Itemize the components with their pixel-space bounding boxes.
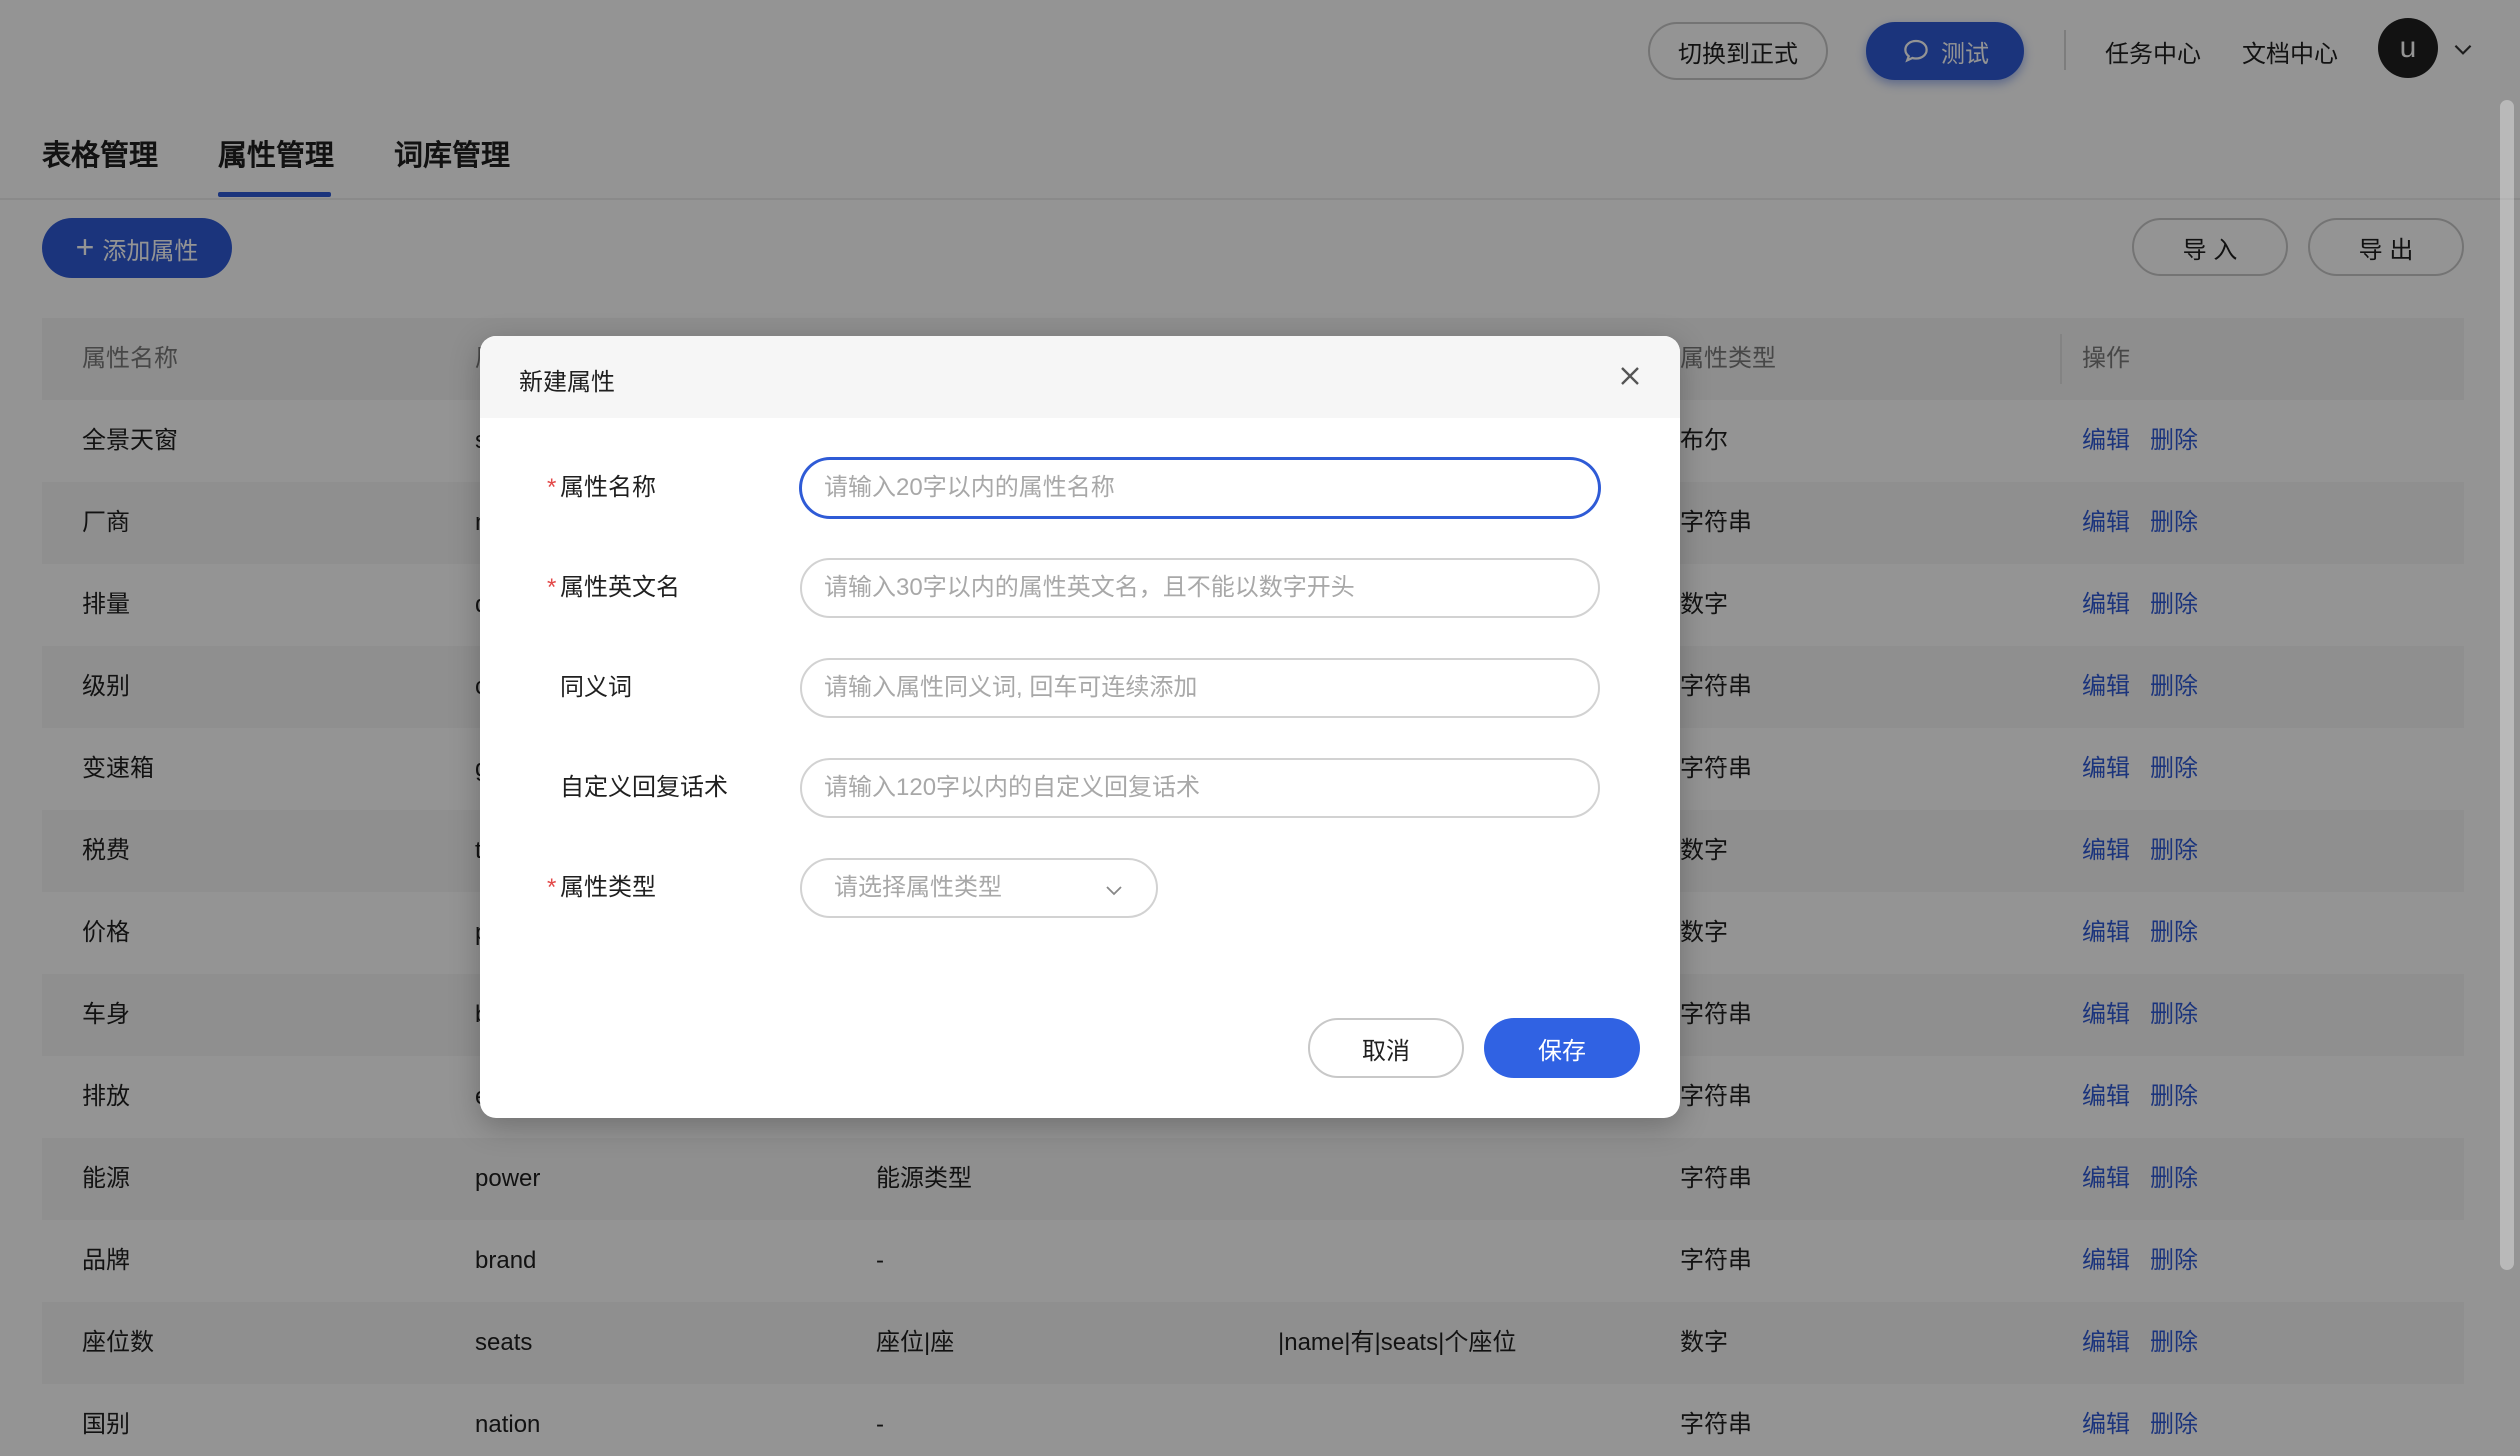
save-button[interactable]: 保存	[1484, 1018, 1640, 1078]
attribute-en-name-input[interactable]	[800, 558, 1600, 618]
save-label: 保存	[1538, 1037, 1586, 1065]
required-mark: *	[547, 874, 557, 901]
cancel-label: 取消	[1362, 1037, 1410, 1065]
chevron-down-icon	[1106, 886, 1122, 896]
synonyms-input[interactable]	[800, 658, 1600, 718]
attribute-name-input[interactable]	[800, 458, 1600, 518]
form-row-synonyms: 同义词	[480, 658, 1680, 718]
close-icon[interactable]	[1614, 360, 1646, 392]
custom-reply-label: 自定义回复话术	[560, 774, 728, 801]
cancel-button[interactable]: 取消	[1308, 1018, 1464, 1078]
form-row-attribute-name: * 属性名称	[480, 458, 1680, 518]
attribute-name-label: 属性名称	[560, 474, 656, 501]
new-attribute-dialog: 新建属性 * 属性名称 * 属性英文名 同义词 自定义回复话术 * 属性类型 请…	[480, 336, 1680, 1118]
attribute-type-select[interactable]: 请选择属性类型	[800, 858, 1158, 918]
synonyms-label: 同义词	[560, 674, 632, 701]
custom-reply-input[interactable]	[800, 758, 1600, 818]
attribute-type-placeholder: 请选择属性类型	[834, 874, 1002, 901]
form-row-attribute-en-name: * 属性英文名	[480, 558, 1680, 618]
required-mark: *	[547, 474, 557, 501]
attribute-type-label: 属性类型	[560, 874, 656, 901]
page-scrollbar[interactable]	[2500, 100, 2514, 1270]
required-mark: *	[547, 574, 557, 601]
dialog-header: 新建属性	[480, 336, 1680, 418]
attribute-en-name-label: 属性英文名	[560, 574, 680, 601]
form-row-attribute-type: * 属性类型 请选择属性类型	[480, 858, 1680, 918]
dialog-title: 新建属性	[519, 369, 615, 396]
form-row-custom-reply: 自定义回复话术	[480, 758, 1680, 818]
